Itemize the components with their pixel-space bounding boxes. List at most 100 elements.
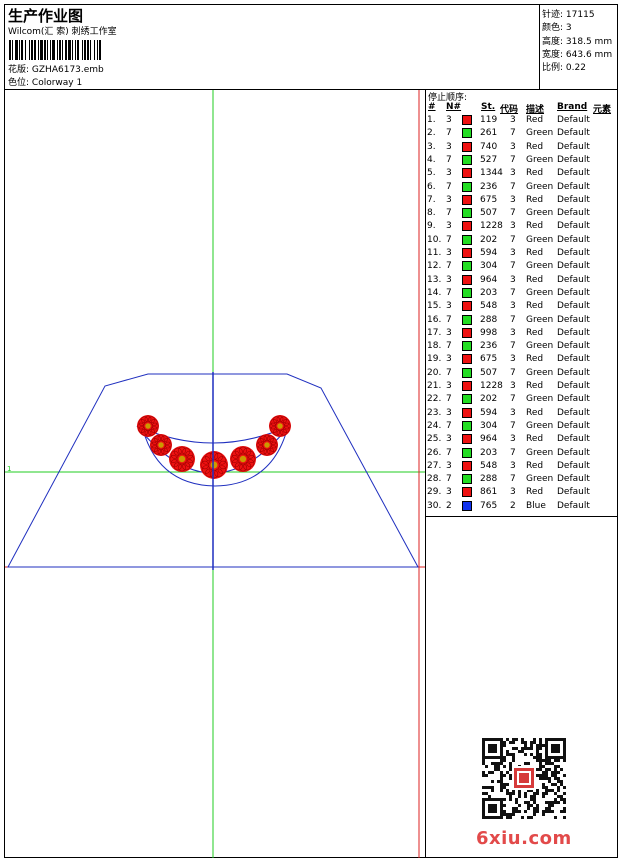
- row-brand: Default: [557, 261, 590, 272]
- table-row: 17. 3 998 3 Red Default: [426, 327, 616, 341]
- row-needle: 3: [446, 354, 452, 365]
- row-needle: 7: [446, 234, 452, 245]
- row-needle: 7: [446, 341, 452, 352]
- row-description: Red: [526, 354, 544, 365]
- qr-module: [512, 747, 515, 750]
- row-code: 7: [510, 314, 516, 325]
- height-stat: 高度: 318.5 mm: [542, 34, 612, 47]
- colors-label: 颜色:: [542, 23, 564, 33]
- qr-module: [521, 738, 524, 741]
- table-row: 16. 7 288 7 Green Default: [426, 314, 616, 328]
- row-brand: Default: [557, 141, 590, 152]
- qr-module: [539, 747, 542, 750]
- qr-module: [539, 768, 542, 771]
- flower-motif: [269, 415, 291, 437]
- qr-module: [509, 762, 512, 765]
- width-label: 宽度:: [542, 50, 564, 60]
- row-code: 3: [510, 354, 516, 365]
- table-row: 10. 7 202 7 Green Default: [426, 234, 616, 248]
- qr-module: [557, 789, 560, 792]
- row-stitches: 288: [480, 314, 498, 325]
- row-needle: 3: [446, 221, 452, 232]
- color-swatch: [462, 314, 472, 325]
- width-value: 643.6 mm: [565, 50, 613, 60]
- barcode-bar: [77, 40, 79, 60]
- qr-module: [548, 777, 551, 780]
- barcode-bar: [65, 40, 67, 60]
- stitches-value: 17115: [565, 10, 595, 20]
- qr-module: [488, 744, 497, 753]
- qr-module: [551, 804, 554, 807]
- qr-module: [551, 801, 554, 804]
- row-index: 6.: [427, 181, 436, 192]
- flower-motif: [169, 446, 195, 472]
- row-code: 7: [510, 447, 516, 458]
- qr-module: [503, 798, 506, 801]
- barcode-bar: [97, 40, 98, 60]
- row-index: 18.: [427, 341, 442, 352]
- row-needle: 2: [446, 500, 452, 511]
- qr-module: [509, 813, 512, 816]
- row-index: 20.: [427, 367, 442, 378]
- row-stitches: 675: [480, 354, 498, 365]
- row-needle: 7: [446, 287, 452, 298]
- qr-module: [548, 807, 551, 810]
- row-needle: 7: [446, 261, 452, 272]
- table-row: 24. 7 304 7 Green Default: [426, 420, 616, 434]
- row-brand: Default: [557, 115, 590, 125]
- qr-module: [551, 771, 554, 774]
- barcode-bar: [57, 40, 58, 60]
- qr-module: [533, 813, 536, 816]
- row-stitches: 594: [480, 248, 498, 258]
- barcode-bar: [62, 40, 63, 60]
- barcode-bar: [47, 40, 48, 60]
- qr-module: [494, 765, 497, 768]
- qr-module: [491, 786, 494, 789]
- qr-module: [551, 774, 554, 777]
- color-swatch: [462, 447, 472, 458]
- row-needle: 7: [446, 208, 452, 219]
- row-code: 3: [510, 407, 516, 418]
- row-description: Green: [526, 261, 554, 272]
- row-brand: Default: [557, 341, 590, 352]
- row-brand: Default: [557, 181, 590, 192]
- qr-module: [515, 798, 518, 801]
- qr-module: [530, 747, 533, 750]
- qr-module: [506, 750, 509, 753]
- qr-module: [545, 789, 548, 792]
- row-needle: 7: [446, 474, 452, 485]
- qr-module: [554, 801, 557, 804]
- table-row: 21. 3 1228 3 Red Default: [426, 381, 616, 394]
- qr-module: [554, 798, 557, 801]
- row-index: 10.: [427, 234, 442, 245]
- qr-module: [557, 759, 560, 762]
- qr-module: [533, 795, 536, 798]
- color-swatch: [462, 234, 472, 245]
- row-description: Green: [526, 234, 554, 245]
- qr-module: [545, 777, 548, 780]
- row-brand: Default: [557, 301, 590, 312]
- row-description: Red: [526, 168, 544, 179]
- qr-module: [512, 756, 515, 759]
- qr-module: [506, 792, 509, 795]
- row-index: 25.: [427, 434, 442, 445]
- row-brand: Default: [557, 327, 590, 338]
- row-stitches: 203: [480, 447, 498, 458]
- row-code: 7: [510, 208, 516, 219]
- row-index: 11.: [427, 248, 442, 258]
- qr-module: [554, 765, 557, 768]
- qr-module: [560, 810, 563, 813]
- qr-module: [512, 738, 515, 741]
- row-index: 27.: [427, 460, 442, 471]
- qr-module: [554, 816, 557, 819]
- row-stitches: 548: [480, 460, 498, 471]
- qr-module: [536, 810, 539, 813]
- row-stitches: 304: [480, 420, 498, 431]
- row-brand: Default: [557, 381, 590, 391]
- qr-module: [503, 804, 506, 807]
- row-description: Green: [526, 474, 554, 485]
- color-swatch: [462, 434, 472, 445]
- qr-module: [548, 780, 551, 783]
- row-description: Red: [526, 301, 544, 312]
- row-needle: 7: [446, 420, 452, 431]
